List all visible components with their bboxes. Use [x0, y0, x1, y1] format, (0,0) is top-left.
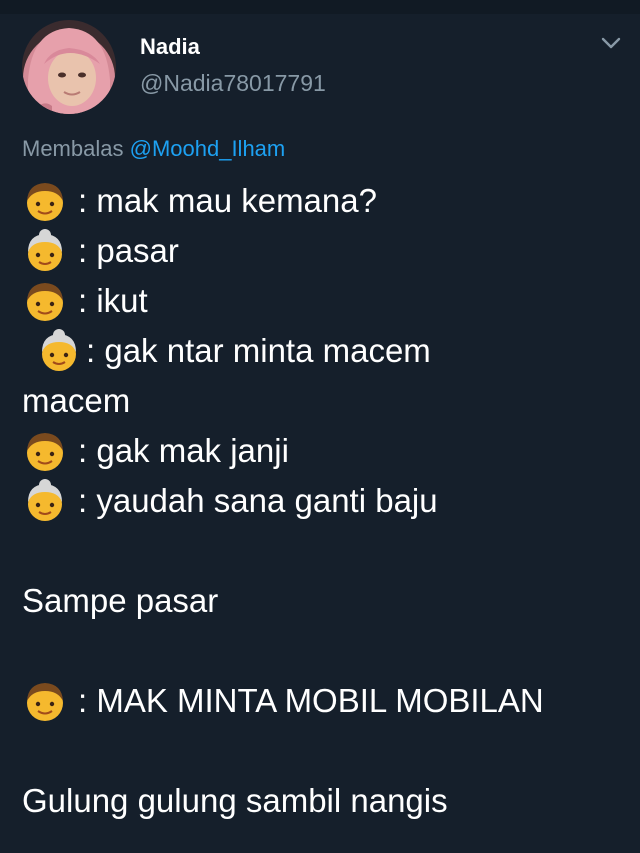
dialogue-line: : mak mau kemana? — [22, 176, 622, 226]
dialogue-line: : pasar — [22, 226, 622, 276]
older-woman-emoji-icon — [36, 328, 82, 374]
dialogue-text: : MAK MINTA MOBIL MOBILAN — [78, 682, 544, 719]
boy-emoji-icon — [22, 428, 68, 474]
dialogue-line: : MAK MINTA MOBIL MOBILAN — [22, 676, 622, 726]
reply-prefix: Membalas — [22, 136, 124, 161]
status-bar-strip — [0, 0, 640, 14]
user-handle[interactable]: @Nadia78017791 — [140, 70, 326, 97]
boy-emoji-icon — [22, 678, 68, 724]
dialogue-text: : yaudah sana ganti baju — [78, 482, 438, 519]
dialogue-text: : gak mak janji — [78, 432, 289, 469]
dialogue-text: : pasar — [78, 232, 179, 269]
dialogue-line: : gak ntar minta macem — [22, 326, 622, 376]
narration-text: Sampe pasar — [22, 582, 219, 619]
dialogue-line: : ikut — [22, 276, 622, 326]
chevron-down-icon[interactable] — [600, 32, 622, 54]
dialogue-continuation: macem — [22, 382, 131, 419]
dialogue-line: : yaudah sana ganti baju — [22, 476, 622, 526]
older-woman-emoji-icon — [22, 478, 68, 524]
dialogue-text: : mak mau kemana? — [78, 182, 377, 219]
display-name[interactable]: Nadia — [140, 34, 200, 60]
narration-text: Gulung gulung sambil nangis — [22, 782, 448, 819]
boy-emoji-icon — [22, 278, 68, 324]
reply-mention-link[interactable]: @Moohd_Ilham — [130, 136, 286, 161]
tweet-header: Nadia @Nadia78017791 — [22, 20, 622, 114]
dialogue-line: : gak mak janji — [22, 426, 622, 476]
dialogue-text: : ikut — [78, 282, 148, 319]
boy-emoji-icon — [22, 178, 68, 224]
dialogue-text: : gak ntar minta macem — [86, 332, 431, 369]
avatar[interactable] — [22, 20, 116, 114]
tweet-text: : mak mau kemana? : pasar : ikut : gak n… — [22, 176, 622, 826]
reply-context: Membalas @Moohd_Ilham — [22, 136, 285, 162]
older-woman-emoji-icon — [22, 228, 68, 274]
